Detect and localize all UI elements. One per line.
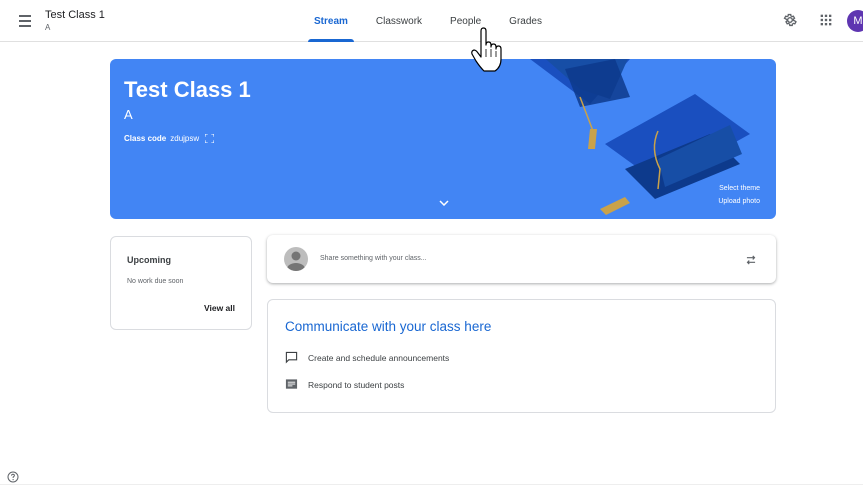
hand-cursor-icon bbox=[471, 27, 502, 72]
tab-stream[interactable]: Stream bbox=[300, 0, 362, 42]
banner-section: A bbox=[124, 107, 133, 122]
apps-grid-icon[interactable] bbox=[818, 12, 834, 28]
tab-bar: Stream Classwork People Grades bbox=[300, 0, 556, 42]
help-icon[interactable] bbox=[7, 471, 19, 483]
communicate-item-label: Respond to student posts bbox=[308, 379, 405, 390]
share-placeholder: Share something with your class... bbox=[320, 255, 427, 262]
communicate-title: Communicate with your class here bbox=[285, 319, 492, 334]
communicate-card: Communicate with your class here Create … bbox=[267, 299, 776, 413]
divider bbox=[0, 484, 863, 485]
upcoming-title: Upcoming bbox=[127, 255, 171, 265]
class-title[interactable]: Test Class 1 bbox=[45, 9, 105, 21]
upload-photo-link[interactable]: Upload photo bbox=[718, 198, 760, 205]
chevron-down-icon[interactable] bbox=[439, 200, 449, 206]
class-code-row: Class code zdujpsw bbox=[124, 134, 215, 143]
communicate-item: Create and schedule announcements bbox=[285, 351, 449, 364]
banner-title: Test Class 1 bbox=[124, 77, 251, 102]
top-app-bar: Test Class 1 A Stream Classwork People G… bbox=[0, 0, 863, 42]
share-post-box[interactable]: Share something with your class... bbox=[267, 235, 776, 283]
class-section: A bbox=[45, 23, 51, 32]
account-avatar[interactable]: M bbox=[847, 10, 863, 32]
comment-icon bbox=[285, 351, 298, 364]
communicate-item: Respond to student posts bbox=[285, 378, 404, 391]
class-banner: Test Class 1 A Class code zdujpsw Select… bbox=[110, 59, 776, 219]
fullscreen-icon[interactable] bbox=[205, 134, 215, 143]
class-code-value: zdujpsw bbox=[170, 134, 200, 143]
menu-icon[interactable] bbox=[16, 12, 34, 28]
repost-icon[interactable] bbox=[744, 253, 758, 267]
gear-icon[interactable] bbox=[782, 12, 798, 28]
communicate-item-label: Create and schedule announcements bbox=[308, 352, 450, 363]
forum-icon bbox=[285, 379, 298, 389]
view-all-button[interactable]: View all bbox=[204, 303, 235, 313]
upcoming-card: Upcoming No work due soon View all bbox=[110, 236, 252, 330]
upcoming-subtitle: No work due soon bbox=[127, 278, 184, 285]
class-code-label: Class code bbox=[124, 134, 167, 143]
tab-classwork[interactable]: Classwork bbox=[362, 0, 436, 42]
select-theme-link[interactable]: Select theme bbox=[719, 185, 760, 192]
user-avatar bbox=[284, 247, 308, 271]
